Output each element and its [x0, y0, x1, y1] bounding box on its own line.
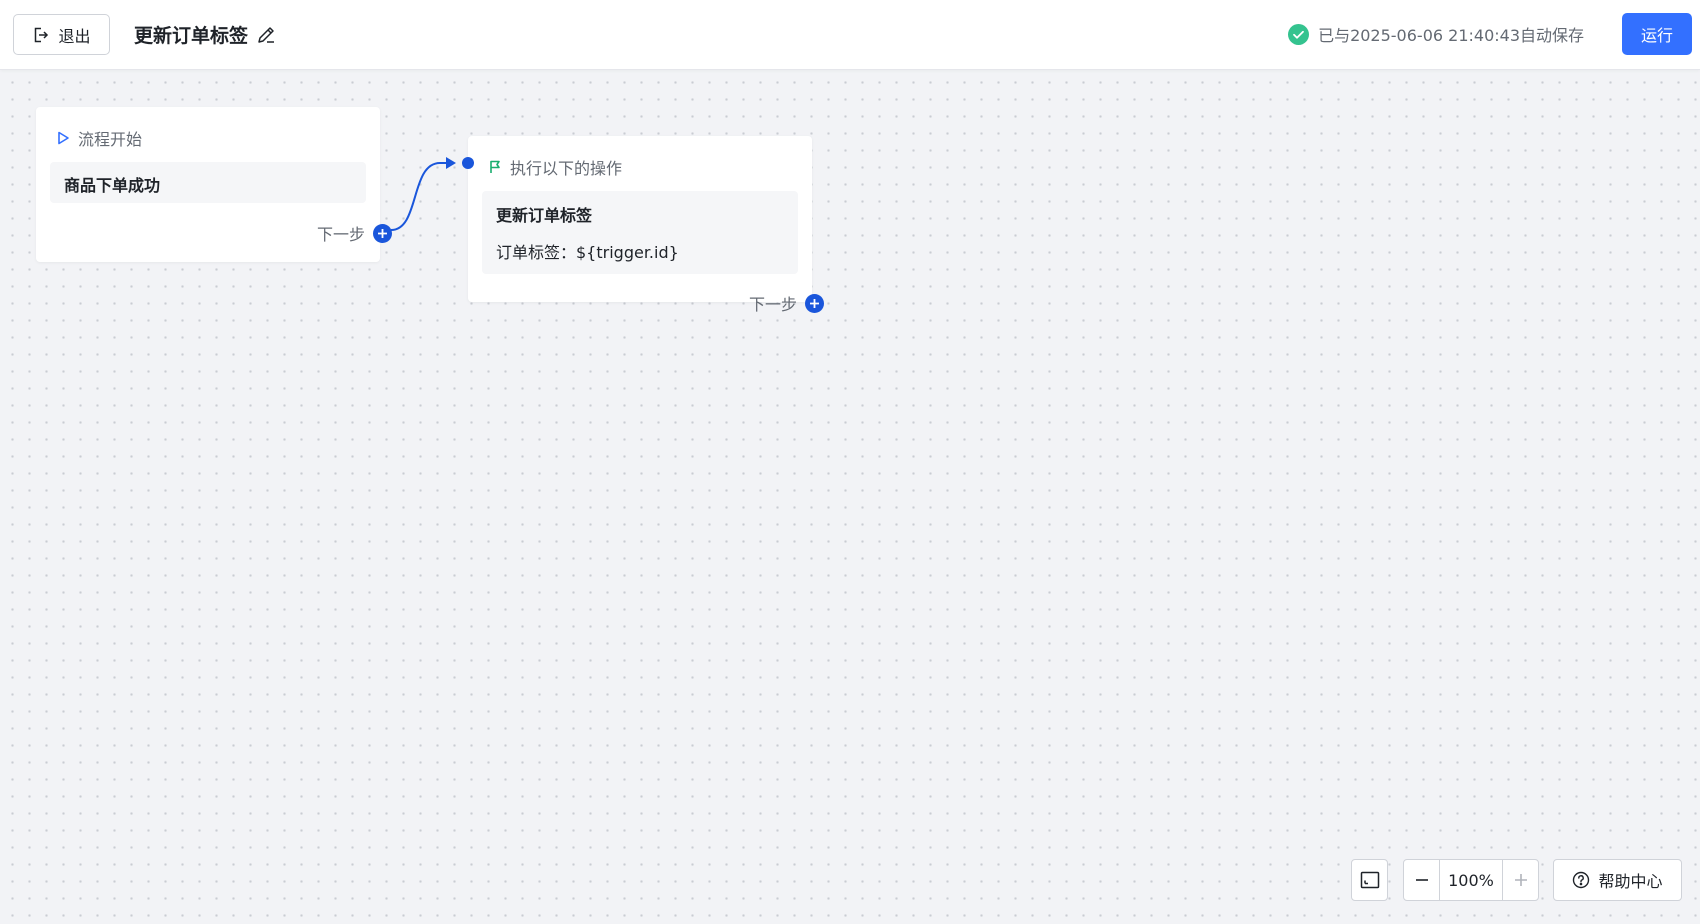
run-button[interactable]: 运行 [1622, 13, 1692, 55]
next-step-label: 下一步 [317, 225, 366, 244]
zoom-controls: 100% [1403, 859, 1539, 901]
start-node-title: 流程开始 [78, 130, 143, 149]
pencil-icon[interactable] [255, 24, 277, 46]
plus-icon [1514, 874, 1527, 886]
exit-button-label: 退出 [58, 26, 91, 46]
help-center-label: 帮助中心 [1598, 872, 1663, 891]
page-title: 更新订单标签 [134, 25, 249, 47]
fit-view-icon [1360, 871, 1379, 889]
start-next-step[interactable]: 下一步 [317, 221, 393, 245]
action-node[interactable]: 执行以下的操作 更新订单标签 订单标签：${trigger.id} 下一步 [468, 136, 825, 314]
action-node-header: 执行以下的操作 [488, 155, 622, 179]
save-status: 已与2025-06-06 21:40:43自动保存 [1288, 22, 1584, 46]
zoom-out-button[interactable] [1404, 860, 1440, 900]
top-header: 退出 更新订单标签 已与2025-06-06 21:40:43自动保存 运行 [0, 0, 1700, 70]
minus-icon [1415, 879, 1428, 881]
flow-canvas[interactable]: 流程开始 商品下单成功 下一步 执行以下的操作 更新订单标签 订单标签：${tr… [0, 70, 1700, 924]
trigger-box[interactable]: 商品下单成功 [50, 162, 366, 203]
save-status-text: 已与2025-06-06 21:40:43自动保存 [1318, 26, 1584, 45]
zoom-in-button[interactable] [1502, 860, 1538, 900]
zoom-level: 100% [1448, 870, 1494, 890]
exit-button[interactable]: 退出 [13, 14, 110, 55]
fit-view-button[interactable] [1351, 859, 1388, 901]
exit-icon [35, 27, 49, 42]
play-outline-icon [58, 131, 69, 145]
check-circle-icon [1288, 23, 1310, 45]
action-box[interactable]: 更新订单标签 订单标签：${trigger.id} [482, 191, 798, 274]
plus-circle-icon[interactable] [805, 293, 825, 313]
action-node-title: 执行以下的操作 [510, 159, 623, 178]
help-center-button[interactable]: 帮助中心 [1553, 859, 1682, 901]
next-step-label: 下一步 [749, 295, 798, 314]
action-title: 更新订单标签 [496, 206, 593, 225]
action-detail: 订单标签：${trigger.id} [496, 243, 679, 262]
plus-circle-icon[interactable] [373, 223, 393, 243]
start-node-header: 流程开始 [56, 126, 142, 150]
flag-icon [490, 160, 500, 173]
action-next-step[interactable]: 下一步 [749, 291, 825, 315]
trigger-name: 商品下单成功 [64, 176, 161, 195]
start-node[interactable]: 流程开始 商品下单成功 下一步 [36, 107, 393, 262]
question-circle-icon [1573, 871, 1590, 889]
action-input-port[interactable] [462, 157, 474, 169]
